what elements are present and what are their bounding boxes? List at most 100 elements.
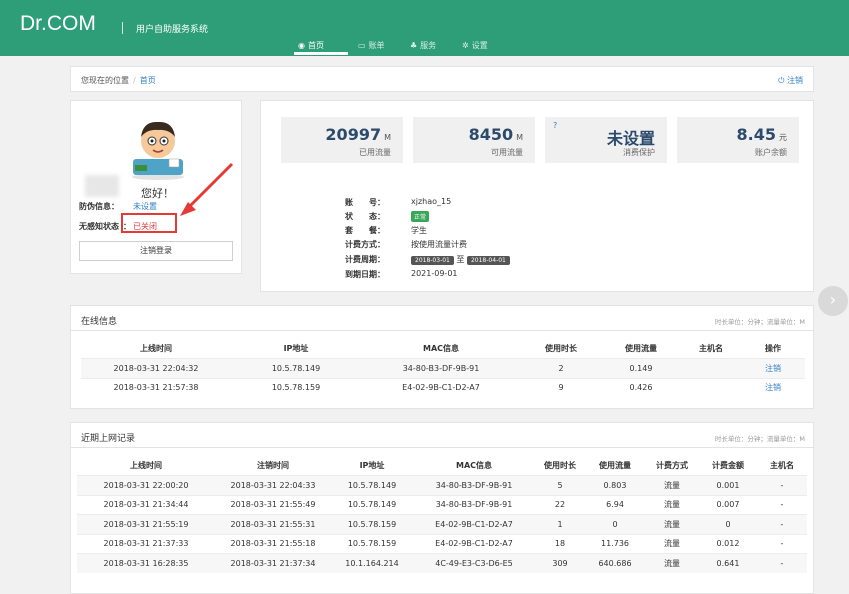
greeting: 您好！ <box>141 187 174 200</box>
balance-card: 8.45 元 账户余额 <box>677 117 799 163</box>
account-label: 账 号： <box>345 198 385 207</box>
service-icon: ♣ <box>410 41 418 50</box>
table-cell <box>681 377 741 397</box>
table-row: 2018-03-31 22:00:20 2018-03-31 22:04:33 10… <box>77 475 807 495</box>
anti-fraud-value[interactable]: 未设置 <box>133 201 157 212</box>
balance-unit: 元 <box>779 133 787 142</box>
username-blurred <box>85 175 119 197</box>
cycle-to: 至 <box>456 255 465 264</box>
account-overview-panel: 20997 M 已用流量 8450 M 可用流量 ? 未设置 消费保护 8.45 元 … <box>260 100 814 292</box>
table-cell: 2018-03-31 22:04:33 <box>215 475 331 495</box>
breadcrumb: 您现在的位置 / 首页 ⏻ 注销 <box>70 66 814 92</box>
column-header: 主机名 <box>770 460 794 470</box>
column-header: 使用时长 <box>545 343 577 353</box>
table-cell: 0 <box>585 514 645 534</box>
recent-records-title: 近期上网记录 <box>81 434 136 444</box>
table-cell: - <box>757 533 807 554</box>
online-info-unit-note: 时长单位：分钟；流量单位：M <box>714 318 805 326</box>
status-label: 状 态： <box>345 212 385 221</box>
gear-icon: ✲ <box>462 41 469 50</box>
table-cell: 0.149 <box>601 358 681 378</box>
expire-value: 2021-09-01 <box>411 269 458 278</box>
table-cell: 34-80-B3-DF-9B-91 <box>413 475 535 495</box>
recent-records-unit-note: 时长单位：分钟；流量单位：M <box>714 435 805 443</box>
table-cell: E4-02-9B-C1-D2-A7 <box>413 533 535 554</box>
bill-icon: ▭ <box>358 41 366 50</box>
table-cell: 2018-03-31 22:04:32 <box>81 358 231 378</box>
column-header: 上线时间 <box>130 460 162 470</box>
spending-protection-card[interactable]: ? 未设置 消费保护 <box>545 117 667 163</box>
table-cell: 22 <box>535 494 585 515</box>
table-cell: 2018-03-31 21:37:34 <box>215 553 331 573</box>
table-cell: 0.803 <box>585 475 645 495</box>
cycle-label: 计费周期： <box>345 255 385 264</box>
plan-value: 学生 <box>411 226 427 235</box>
table-cell: 0.007 <box>699 494 757 515</box>
table-cell: 9 <box>521 377 601 397</box>
top-navbar: Dr.COM 用户自助服务系统 ◉ 首页 ▭ 账单 ♣ 服务 ✲ 设置 <box>0 0 849 56</box>
logout-link[interactable]: ⏻ 注销 <box>778 75 803 86</box>
nav-home[interactable]: ◉ 首页 <box>298 40 324 51</box>
table-cell: 34-80-B3-DF-9B-91 <box>361 358 521 378</box>
table-cell: 2018-03-31 21:57:38 <box>81 377 231 397</box>
billing-label: 计费方式： <box>345 240 385 249</box>
breadcrumb-current[interactable]: 首页 <box>140 76 156 85</box>
table-cell: - <box>757 475 807 495</box>
table-cell: 2018-03-31 21:55:49 <box>215 494 331 515</box>
table-cell: 2018-03-31 21:34:44 <box>77 494 215 515</box>
table-cell: 2018-03-31 21:37:33 <box>77 533 215 554</box>
column-header: MAC信息 <box>422 343 460 353</box>
next-arrow-button[interactable]: › <box>818 286 848 316</box>
nav-active-indicator <box>294 52 348 55</box>
table-cell: E4-02-9B-C1-D2-A7 <box>413 514 535 534</box>
table-cell: 34-80-B3-DF-9B-91 <box>413 494 535 515</box>
available-traffic-card: 8450 M 可用流量 <box>413 117 535 163</box>
used-traffic-unit: M <box>384 133 391 142</box>
table-cell: 2018-03-31 21:55:18 <box>215 533 331 554</box>
system-subtitle: 用户自助服务系统 <box>136 25 209 35</box>
column-header: 计费金额 <box>712 460 744 470</box>
table-row: 2018-03-31 21:57:38 10.5.78.159 E4-02-9B-C… <box>81 377 805 397</box>
row-logout-link[interactable]: 注销 <box>741 377 805 397</box>
table-row: 2018-03-31 16:28:35 2018-03-31 21:37:34 10… <box>77 553 807 573</box>
column-header: 计费方式 <box>656 460 688 470</box>
table-cell: 流量 <box>645 553 699 573</box>
table-cell: - <box>757 553 807 573</box>
table-cell: 0.012 <box>699 533 757 554</box>
balance-value: 8.45 <box>736 125 776 144</box>
logout-link-label: 注销 <box>787 76 803 85</box>
table-cell: - <box>757 514 807 534</box>
table-cell: 10.5.78.159 <box>231 377 361 397</box>
recent-table: 上线时间 注销时间 IP地址 MAC信息 使用时长 使用流量 计费方式 计费金额 主机名 201… <box>77 455 807 573</box>
nav-service[interactable]: ♣ 服务 <box>410 40 436 51</box>
column-header: 使用流量 <box>599 460 631 470</box>
column-header: 注销时间 <box>257 460 289 470</box>
table-cell <box>681 358 741 378</box>
table-cell: 640.686 <box>585 553 645 573</box>
online-table: 上线时间 IP地址 MAC信息 使用时长 使用流量 主机名 操作 2018-03-31 22… <box>81 338 805 397</box>
column-header: IP地址 <box>283 343 309 353</box>
help-icon[interactable]: ? <box>553 121 557 130</box>
spending-protection-label: 消费保护 <box>623 148 655 157</box>
table-cell: 流量 <box>645 533 699 554</box>
cycle-end: 2018-04-01 <box>466 256 510 265</box>
annotation-highlight-box <box>121 213 177 233</box>
row-logout-link[interactable]: 注销 <box>741 358 805 378</box>
cycle-start: 2018-03-01 <box>411 256 454 265</box>
logout-button[interactable]: 注销登录 <box>79 241 233 261</box>
table-cell: 10.5.78.149 <box>231 358 361 378</box>
column-header: 使用流量 <box>625 343 657 353</box>
table-cell: 流量 <box>645 514 699 534</box>
column-header: 操作 <box>765 343 781 353</box>
used-traffic-card: 20997 M 已用流量 <box>281 117 403 163</box>
nav-bill[interactable]: ▭ 账单 <box>358 40 385 51</box>
table-cell: 2018-03-31 21:55:19 <box>77 514 215 534</box>
nav-label: 服务 <box>420 41 437 50</box>
status-badge: 正常 <box>411 211 430 222</box>
nav-settings[interactable]: ✲ 设置 <box>462 40 488 51</box>
billing-value: 按使用流量计费 <box>411 240 467 249</box>
table-cell: 0.426 <box>601 377 681 397</box>
table-cell: 10.5.78.149 <box>331 494 413 515</box>
used-traffic-value: 20997 <box>325 125 382 144</box>
table-cell: 10.5.78.149 <box>331 475 413 495</box>
